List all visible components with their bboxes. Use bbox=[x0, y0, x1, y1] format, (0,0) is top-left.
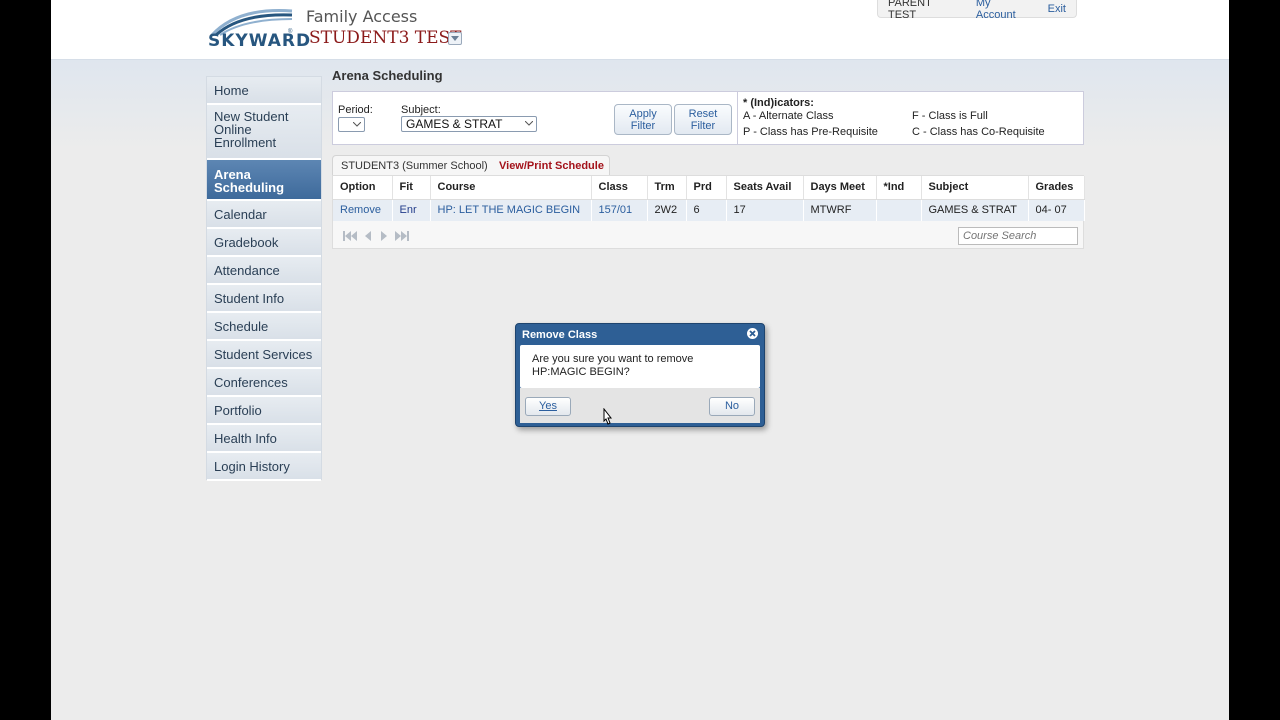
fit-cell: Enr bbox=[392, 199, 431, 221]
course-link[interactable]: HP: LET THE MAGIC BEGIN bbox=[430, 199, 592, 221]
column-header[interactable]: Grades bbox=[1028, 176, 1085, 200]
sidebar-item-home[interactable]: Home bbox=[207, 77, 321, 105]
next-page-icon[interactable] bbox=[379, 231, 389, 241]
reset-filter-label-2: Filter bbox=[690, 120, 716, 132]
sidebar-nav: Home New Student Online Enrollment Arena… bbox=[206, 76, 322, 481]
filter-panel: Period: Subject: GAMES & STRAT Apply Fil… bbox=[332, 91, 1084, 145]
seats-cell: 17 bbox=[726, 199, 804, 221]
dialog-title: Remove Class bbox=[522, 329, 598, 341]
column-header[interactable]: Fit bbox=[392, 176, 431, 200]
previous-page-icon[interactable] bbox=[363, 231, 373, 241]
table-row: Remove Enr HP: LET THE MAGIC BEGIN 157/0… bbox=[333, 199, 1085, 221]
class-link[interactable]: 157/01 bbox=[591, 199, 648, 221]
header-bar: SKYWARD ® Family Access STUDENT3 TEST PA… bbox=[51, 0, 1229, 60]
indicator-full: F - Class is Full bbox=[912, 110, 988, 122]
sidebar-item-conferences[interactable]: Conferences bbox=[207, 369, 321, 397]
column-header[interactable]: Days Meet bbox=[803, 176, 877, 200]
schedule-tab-bar: STUDENT3 (Summer School) View/Print Sche… bbox=[332, 155, 610, 175]
chevron-down-icon bbox=[451, 36, 459, 41]
column-header[interactable]: Course bbox=[430, 176, 592, 200]
first-page-icon[interactable] bbox=[343, 231, 357, 241]
course-table: Option Fit Course Class Trm Prd Seats Av… bbox=[333, 176, 1085, 221]
term-cell: 2W2 bbox=[647, 199, 687, 221]
dialog-footer: Yes No bbox=[520, 388, 760, 423]
column-header[interactable]: Class bbox=[591, 176, 648, 200]
chevron-down-icon bbox=[353, 122, 361, 127]
indicator-cell bbox=[876, 199, 922, 221]
indicator-corequisite: C - Class has Co-Requisite bbox=[912, 126, 1045, 138]
student-name: STUDENT3 TEST bbox=[309, 28, 462, 48]
yes-button[interactable]: Yes bbox=[525, 397, 571, 416]
sidebar-item-student-info[interactable]: Student Info bbox=[207, 285, 321, 313]
column-header[interactable]: Subject bbox=[921, 176, 1029, 200]
no-button[interactable]: No bbox=[709, 397, 755, 416]
subject-label: Subject: bbox=[401, 104, 441, 116]
indicator-prerequisite: P - Class has Pre-Requisite bbox=[743, 126, 878, 138]
logo-trademark: ® bbox=[288, 29, 293, 35]
period-label: Period: bbox=[338, 104, 373, 116]
indicator-alternate: A - Alternate Class bbox=[743, 110, 834, 122]
app-title: Family Access bbox=[306, 7, 418, 26]
period-select[interactable] bbox=[338, 117, 365, 132]
sidebar-item-attendance[interactable]: Attendance bbox=[207, 257, 321, 285]
my-account-link[interactable]: My Account bbox=[966, 0, 1038, 21]
subject-value: GAMES & STRAT bbox=[406, 117, 503, 131]
sidebar-item-calendar[interactable]: Calendar bbox=[207, 201, 321, 229]
student-dropdown-button[interactable] bbox=[448, 32, 462, 45]
sidebar-item-student-services[interactable]: Student Services bbox=[207, 341, 321, 369]
apply-filter-label-1: Apply bbox=[629, 108, 657, 120]
column-header[interactable]: Prd bbox=[686, 176, 727, 200]
sidebar-item-health-info[interactable]: Health Info bbox=[207, 425, 321, 453]
reset-filter-label-1: Reset bbox=[688, 108, 718, 120]
sidebar-item-arena-scheduling[interactable]: Arena Scheduling bbox=[207, 160, 321, 201]
period-cell: 6 bbox=[686, 199, 727, 221]
indicators-title: * (Ind)icators: bbox=[743, 97, 814, 109]
course-table-panel: Option Fit Course Class Trm Prd Seats Av… bbox=[332, 175, 1085, 249]
table-header-row: Option Fit Course Class Trm Prd Seats Av… bbox=[333, 176, 1085, 200]
sidebar-item-login-history[interactable]: Login History bbox=[207, 453, 321, 481]
days-cell: MTWRF bbox=[803, 199, 877, 221]
logo-text: SKYWARD bbox=[208, 31, 312, 51]
subject-select[interactable]: GAMES & STRAT bbox=[401, 116, 537, 132]
tab-student[interactable]: STUDENT3 (Summer School) bbox=[341, 160, 488, 172]
exit-link[interactable]: Exit bbox=[1038, 3, 1076, 15]
sidebar-item-portfolio[interactable]: Portfolio bbox=[207, 397, 321, 425]
column-header[interactable]: *Ind bbox=[876, 176, 922, 200]
reset-filter-button[interactable]: Reset Filter bbox=[674, 104, 732, 135]
sidebar-item-schedule[interactable]: Schedule bbox=[207, 313, 321, 341]
last-page-icon[interactable] bbox=[395, 231, 409, 241]
close-icon[interactable] bbox=[747, 328, 758, 339]
sidebar-item-new-student-online-enrollment[interactable]: New Student Online Enrollment bbox=[207, 105, 321, 160]
account-links: PARENT TEST My Account Exit bbox=[877, 0, 1077, 21]
grades-cell: 04- 07 bbox=[1028, 199, 1085, 221]
column-header[interactable]: Option bbox=[333, 176, 393, 200]
page-title: Arena Scheduling bbox=[332, 68, 443, 83]
apply-filter-button[interactable]: Apply Filter bbox=[614, 104, 672, 135]
apply-filter-label-2: Filter bbox=[630, 120, 656, 132]
sidebar-item-gradebook[interactable]: Gradebook bbox=[207, 229, 321, 257]
indicators-legend: * (Ind)icators: A - Alternate Class F - … bbox=[737, 92, 1084, 144]
remove-link[interactable]: Remove bbox=[333, 199, 393, 221]
pagination-controls bbox=[343, 231, 409, 241]
course-search-input[interactable] bbox=[958, 227, 1078, 245]
view-print-schedule-link[interactable]: View/Print Schedule bbox=[499, 160, 604, 172]
dialog-message: Are you sure you want to remove HP:MAGIC… bbox=[520, 345, 760, 388]
mouse-pointer-icon bbox=[603, 408, 613, 425]
chevron-down-icon bbox=[525, 121, 533, 126]
browser-viewport: SKYWARD ® Family Access STUDENT3 TEST PA… bbox=[51, 0, 1229, 720]
column-header[interactable]: Seats Avail bbox=[726, 176, 804, 200]
user-name: PARENT TEST bbox=[888, 0, 932, 21]
column-header[interactable]: Trm bbox=[647, 176, 687, 200]
subject-cell: GAMES & STRAT bbox=[921, 199, 1029, 221]
remove-class-dialog: Remove Class Are you sure you want to re… bbox=[515, 323, 765, 427]
